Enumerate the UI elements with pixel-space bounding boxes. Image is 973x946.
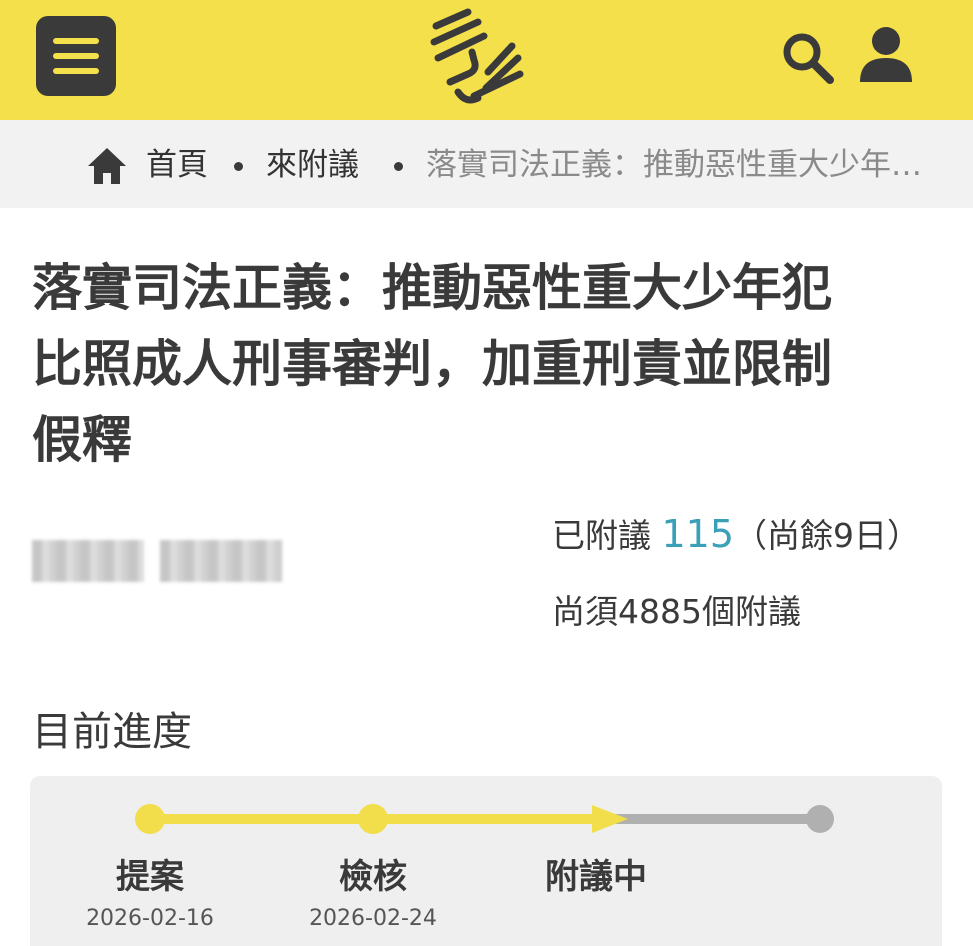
hamburger-menu-icon — [53, 38, 99, 44]
search-icon[interactable] — [778, 28, 838, 88]
user-icon[interactable] — [858, 24, 914, 84]
stage-dot-review — [358, 804, 388, 834]
menu-bar-middle — [53, 53, 99, 59]
days-left: （尚餘9日） — [734, 516, 921, 555]
stage-dot-end — [806, 805, 834, 833]
page-title: 落實司法正義：推動惡性重大少年犯比照成人刑事審判，加重刑責並限制假釋 — [32, 259, 832, 469]
progress-arrow-icon — [592, 805, 628, 833]
cosign-count: 115 — [661, 512, 735, 556]
breadcrumb-separator — [394, 162, 403, 171]
hand-logo-icon[interactable] — [428, 4, 528, 108]
stage-date-review: 2026-02-24 — [309, 906, 437, 931]
stage-label-cosigning: 附議中 — [545, 857, 647, 897]
stage-dot-proposal — [135, 804, 165, 834]
hamburger-menu-button[interactable] — [36, 16, 116, 96]
breadcrumb-cosign[interactable]: 來附議 — [266, 140, 359, 190]
home-icon[interactable] — [86, 146, 128, 186]
breadcrumb-home[interactable]: 首頁 — [146, 140, 208, 190]
top-header — [0, 0, 973, 120]
blurred-author-block — [160, 540, 282, 582]
cosign-status: 已附議 115（尚餘9日） — [552, 506, 920, 564]
breadcrumb-current: 落實司法正義：推動惡性重大少年犯比照成人刑事審判，加重刑責並限制假釋 — [426, 147, 934, 183]
stage-date-proposal: 2026-02-16 — [86, 906, 214, 931]
blurred-author-block — [32, 540, 144, 582]
stage-label-review: 檢核 — [339, 857, 407, 897]
progress-heading: 目前進度 — [32, 709, 192, 755]
breadcrumb-separator — [234, 162, 243, 171]
menu-bar-bottom — [53, 68, 99, 74]
cosign-remaining: 尚須4885個附議 — [552, 592, 801, 631]
stage-label-proposal: 提案 — [116, 857, 184, 897]
cosign-label: 已附議 — [552, 516, 651, 555]
